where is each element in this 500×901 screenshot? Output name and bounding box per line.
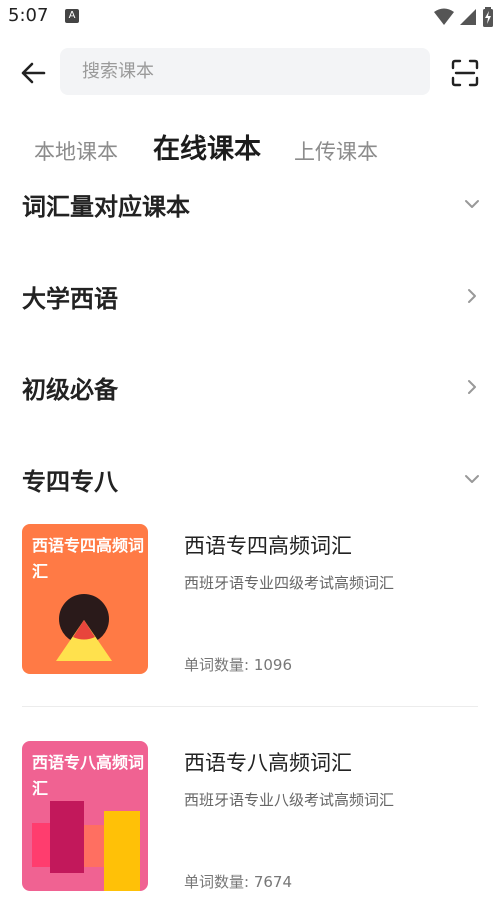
tab-local-textbooks[interactable]: 本地课本 xyxy=(34,136,118,166)
divider xyxy=(22,706,478,707)
back-arrow-icon xyxy=(21,62,46,84)
signal-icon xyxy=(460,9,476,25)
section-university-spanish[interactable]: 大学西语 xyxy=(0,266,500,326)
back-button[interactable] xyxy=(16,56,50,90)
search-input[interactable] xyxy=(80,60,430,83)
word-count: 单词数量: 1096 xyxy=(184,656,292,674)
section-title: 词汇量对应课本 xyxy=(22,193,190,221)
status-icons xyxy=(434,6,494,28)
chevron-right-icon xyxy=(468,380,476,394)
cover-illustration xyxy=(56,594,112,661)
chevron-down-icon xyxy=(465,200,479,208)
top-bar xyxy=(0,44,500,100)
text-a-icon: A xyxy=(65,9,79,23)
cover-illustration xyxy=(32,801,140,891)
book-description: 西班牙语专业八级考试高频词汇 xyxy=(184,791,395,809)
book-title: 西语专四高频词汇 xyxy=(184,534,352,558)
section-tem4-tem8[interactable]: 专四专八 xyxy=(0,449,500,509)
tab-uploaded-textbooks[interactable]: 上传课本 xyxy=(294,136,378,166)
section-title: 专四专八 xyxy=(22,468,118,496)
status-bar: 5:07 A xyxy=(0,0,500,34)
search-box[interactable] xyxy=(60,48,430,95)
section-beginner-essentials[interactable]: 初级必备 xyxy=(0,357,500,417)
section-vocabulary-textbooks[interactable]: 词汇量对应课本 xyxy=(0,174,500,234)
section-title: 初级必备 xyxy=(22,376,118,404)
wifi-icon xyxy=(434,8,454,25)
chevron-down-icon xyxy=(465,475,479,483)
battery-charging-icon xyxy=(483,7,493,27)
section-title: 大学西语 xyxy=(22,285,118,313)
book-cover: 西语专八高频词汇 xyxy=(22,741,148,891)
book-item[interactable]: 西语专八高频词汇 西语专八高频词汇 西班牙语专业八级考试高频词汇 单词数量: 7… xyxy=(0,741,500,901)
book-cover: 西语专四高频词汇 xyxy=(22,524,148,674)
tab-online-textbooks[interactable]: 在线课本 xyxy=(153,127,261,166)
book-item[interactable]: 西语专四高频词汇 西语专四高频词汇 西班牙语专业四级考试高频词汇 单词数量: 1… xyxy=(0,524,500,684)
chevron-right-icon xyxy=(468,289,476,303)
scan-icon xyxy=(451,59,479,87)
word-count: 单词数量: 7674 xyxy=(184,873,292,891)
book-title: 西语专八高频词汇 xyxy=(184,751,352,775)
scan-button[interactable] xyxy=(448,56,482,90)
tab-bar: 本地课本 在线课本 上传课本 xyxy=(0,126,500,172)
book-description: 西班牙语专业四级考试高频词汇 xyxy=(184,574,395,592)
status-time: 5:07 xyxy=(8,5,49,26)
